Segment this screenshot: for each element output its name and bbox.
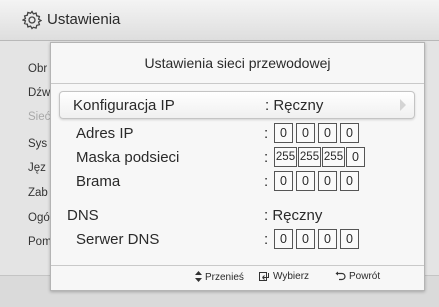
gateway-octet[interactable]: 0 (340, 171, 359, 191)
move-hint: Przenieś (195, 271, 244, 283)
ip-octet[interactable]: 0 (340, 123, 359, 143)
mask-octet[interactable]: 0 (346, 147, 365, 167)
ip-address-label: Adres IP (76, 125, 134, 142)
ip-octet[interactable]: 0 (296, 123, 315, 143)
ip-config-label: Konfiguracja IP (73, 97, 175, 114)
header-title: Ustawienia (47, 11, 121, 28)
gateway-octet[interactable]: 0 (296, 171, 315, 191)
ip-octet[interactable]: 0 (274, 123, 293, 143)
mask-octet[interactable]: 255 (274, 147, 297, 167)
gateway-label: Brama (76, 173, 121, 190)
subnet-mask-row[interactable]: Maska podsieci : 255 255 255 0 (51, 146, 424, 168)
colon: : (264, 125, 269, 142)
bg-menu-item[interactable]: Obr (28, 63, 47, 75)
subnet-mask-label: Maska podsieci (76, 149, 180, 166)
dns-server-row[interactable]: Serwer DNS : 0 0 0 0 (51, 228, 424, 250)
return-icon (335, 271, 346, 281)
wired-network-settings-dialog: Ustawienia sieci przewodowej Konfiguracj… (50, 42, 425, 291)
bg-menu-item[interactable]: Dźw (28, 87, 50, 99)
gateway-octet[interactable]: 0 (274, 171, 293, 191)
header-bar: Ustawienia (0, 0, 439, 41)
ip-config-row[interactable]: Konfiguracja IP : Ręczny (59, 91, 415, 119)
mask-octet[interactable]: 255 (322, 147, 345, 167)
bg-menu-item[interactable]: Pom (28, 236, 52, 248)
dns-octet[interactable]: 0 (340, 229, 359, 249)
gateway-octet[interactable]: 0 (318, 171, 337, 191)
dialog-footer: Przenieś Wybierz Powrót (51, 266, 424, 290)
divider (51, 83, 424, 84)
ip-octet[interactable]: 0 (318, 123, 337, 143)
dialog-title: Ustawienia sieci przewodowej (144, 55, 331, 71)
select-hint: Wybierz (259, 271, 309, 282)
chevron-right-icon (400, 99, 406, 111)
colon: : (264, 173, 269, 190)
select-hint-label: Wybierz (273, 271, 310, 282)
dns-server-label: Serwer DNS (76, 231, 160, 248)
dns-label: DNS (67, 207, 99, 224)
back-hint: Powrót (335, 271, 380, 282)
enter-icon (259, 272, 269, 281)
ip-address-row[interactable]: Adres IP : 0 0 0 0 (51, 122, 424, 144)
dns-octet[interactable]: 0 (318, 229, 337, 249)
bg-menu-item[interactable]: Jęz (28, 162, 46, 174)
ip-config-value: : Ręczny (265, 97, 324, 114)
colon: : (264, 149, 269, 166)
bg-menu-item[interactable]: Ogó (28, 212, 50, 224)
up-down-arrows-icon (195, 271, 202, 282)
dns-mode-value: : Ręczny (264, 207, 323, 224)
gear-icon (21, 10, 43, 30)
bg-menu-item[interactable]: Zab (28, 187, 48, 199)
move-hint-label: Przenieś (205, 272, 244, 283)
gateway-row[interactable]: Brama : 0 0 0 0 (51, 170, 424, 192)
bg-menu-item[interactable]: Sieć (28, 111, 50, 123)
back-hint-label: Powrót (349, 271, 381, 282)
bg-menu-item[interactable]: Sys (28, 138, 47, 150)
dns-mode-row[interactable]: DNS : Ręczny (51, 204, 424, 226)
mask-octet[interactable]: 255 (298, 147, 321, 167)
dns-octet[interactable]: 0 (296, 229, 315, 249)
colon: : (264, 231, 269, 248)
dns-octet[interactable]: 0 (274, 229, 293, 249)
